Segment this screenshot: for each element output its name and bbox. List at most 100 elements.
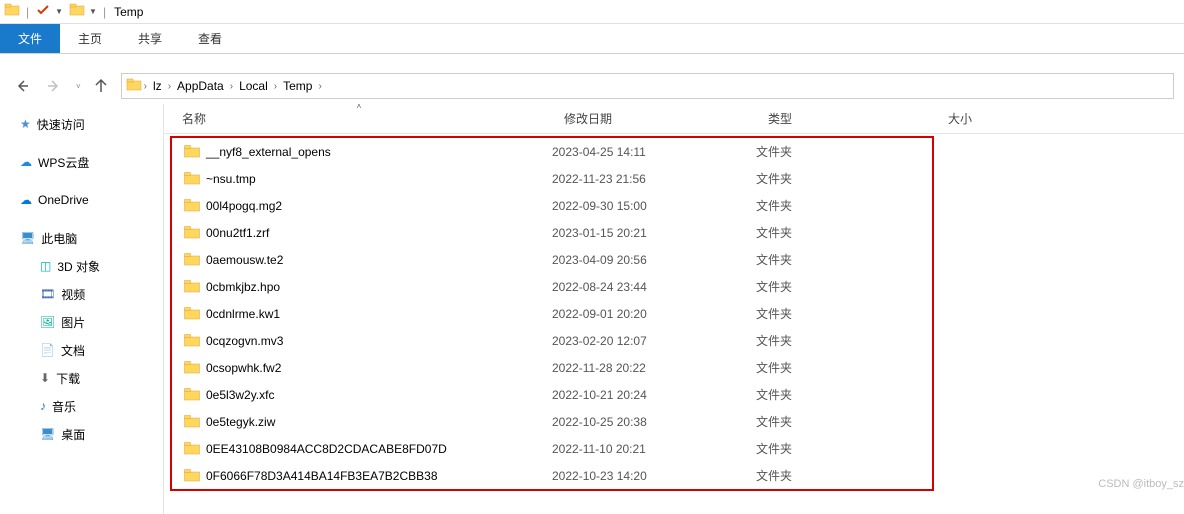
chevron-down-icon[interactable]: ▼ bbox=[89, 7, 97, 16]
cloud-icon: ☁ bbox=[20, 193, 32, 207]
sidebar-item-label: 桌面 bbox=[61, 426, 85, 443]
sidebar-item-label: 此电脑 bbox=[41, 230, 77, 247]
desktop-icon: 🖥 bbox=[40, 427, 55, 441]
sidebar-documents[interactable]: 📄 文档 bbox=[0, 336, 163, 364]
file-name: 0EE43108B0984ACC8D2CDACABE8FD07D bbox=[206, 442, 447, 456]
video-icon: 🎞 bbox=[40, 287, 55, 301]
file-row[interactable]: 0aemousw.te22023-04-09 20:56文件夹 bbox=[172, 246, 932, 273]
tab-file[interactable]: 文件 bbox=[0, 24, 60, 53]
chevron-down-icon[interactable]: ▼ bbox=[55, 7, 63, 16]
column-date[interactable]: 修改日期 bbox=[554, 104, 758, 133]
file-type: 文件夹 bbox=[756, 359, 932, 376]
chevron-right-icon[interactable]: › bbox=[168, 81, 171, 92]
sidebar-item-label: 3D 对象 bbox=[57, 258, 100, 275]
watermark: CSDN @itboy_sz bbox=[1098, 478, 1184, 490]
file-row[interactable]: 00nu2tf1.zrf2023-01-15 20:21文件夹 bbox=[172, 219, 932, 246]
folder-icon bbox=[184, 442, 200, 455]
file-date: 2023-04-25 14:11 bbox=[552, 145, 756, 159]
crumb-local[interactable]: Local bbox=[235, 79, 272, 93]
file-row[interactable]: 0cdnlrme.kw12022-09-01 20:20文件夹 bbox=[172, 300, 932, 327]
sidebar-music[interactable]: ♪ 音乐 bbox=[0, 392, 163, 420]
file-type: 文件夹 bbox=[756, 440, 932, 457]
file-type: 文件夹 bbox=[756, 467, 932, 484]
chevron-right-icon[interactable]: › bbox=[230, 81, 233, 92]
file-type: 文件夹 bbox=[756, 251, 932, 268]
file-date: 2023-01-15 20:21 bbox=[552, 226, 756, 240]
sidebar-3d-objects[interactable]: ◫ 3D 对象 bbox=[0, 252, 163, 280]
file-date: 2022-10-21 20:24 bbox=[552, 388, 756, 402]
spacer bbox=[0, 54, 1184, 68]
chevron-right-icon[interactable]: › bbox=[274, 81, 277, 92]
file-date: 2022-11-23 21:56 bbox=[552, 172, 756, 186]
history-dropdown[interactable]: ˅ bbox=[76, 82, 81, 91]
file-type: 文件夹 bbox=[756, 386, 932, 403]
file-date: 2022-10-23 14:20 bbox=[552, 469, 756, 483]
folder-icon bbox=[4, 2, 20, 21]
file-name: 0cqzogvn.mv3 bbox=[206, 334, 283, 348]
file-name: ~nsu.tmp bbox=[206, 172, 256, 186]
file-row[interactable]: 0EE43108B0984ACC8D2CDACABE8FD07D 2022-11-… bbox=[172, 435, 932, 462]
sidebar-wps[interactable]: ☁ WPS云盘 bbox=[0, 148, 163, 176]
sidebar: ★ 快速访问 ☁ WPS云盘 ☁ OneDrive 🖥 此电脑 ◫ 3D 对象 … bbox=[0, 104, 164, 514]
file-row[interactable]: 0F6066F78D3A414BA14FB3EA7B2CBB38 2022-10-… bbox=[172, 462, 932, 489]
sidebar-thispc[interactable]: 🖥 此电脑 bbox=[0, 224, 163, 252]
file-row[interactable]: __nyf8_external_opens 2023-04-25 14:11文件夹 bbox=[172, 138, 932, 165]
file-row[interactable]: 00l4pogq.mg22022-09-30 15:00文件夹 bbox=[172, 192, 932, 219]
file-name: __nyf8_external_opens bbox=[206, 145, 331, 159]
tab-home[interactable]: 主页 bbox=[60, 24, 120, 53]
file-date: 2022-11-10 20:21 bbox=[552, 442, 756, 456]
titlebar: | ▼ ▼ | Temp bbox=[0, 0, 1184, 24]
file-row[interactable]: 0cqzogvn.mv32023-02-20 12:07文件夹 bbox=[172, 327, 932, 354]
file-name: 0csopwhk.fw2 bbox=[206, 361, 281, 375]
chevron-right-icon[interactable]: › bbox=[318, 81, 321, 92]
folder-icon bbox=[184, 361, 200, 374]
file-name: 0e5l3w2y.xfc bbox=[206, 388, 274, 402]
folder-icon bbox=[184, 469, 200, 482]
file-date: 2023-04-09 20:56 bbox=[552, 253, 756, 267]
file-type: 文件夹 bbox=[756, 278, 932, 295]
sidebar-item-label: 快速访问 bbox=[37, 116, 85, 133]
music-icon: ♪ bbox=[40, 399, 46, 413]
check-icon[interactable] bbox=[35, 2, 51, 21]
sidebar-item-label: 图片 bbox=[61, 314, 85, 331]
folder-icon bbox=[184, 388, 200, 401]
file-row[interactable]: 0e5l3w2y.xfc 2022-10-21 20:24文件夹 bbox=[172, 381, 932, 408]
file-row[interactable]: 0cbmkjbz.hpo2022-08-24 23:44文件夹 bbox=[172, 273, 932, 300]
sidebar-pictures[interactable]: 🖼 图片 bbox=[0, 308, 163, 336]
sidebar-videos[interactable]: 🎞 视频 bbox=[0, 280, 163, 308]
file-name: 00l4pogq.mg2 bbox=[206, 199, 282, 213]
back-button[interactable] bbox=[10, 74, 34, 98]
document-icon: 📄 bbox=[40, 343, 55, 357]
folder-icon bbox=[184, 199, 200, 212]
folder-icon bbox=[184, 280, 200, 293]
crumb-temp[interactable]: Temp bbox=[279, 79, 316, 93]
file-type: 文件夹 bbox=[756, 143, 932, 160]
folder-icon bbox=[184, 415, 200, 428]
sidebar-quick-access[interactable]: ★ 快速访问 bbox=[0, 110, 163, 138]
sidebar-desktop[interactable]: 🖥 桌面 bbox=[0, 420, 163, 448]
file-type: 文件夹 bbox=[756, 332, 932, 349]
file-row[interactable]: 0e5tegyk.ziw2022-10-25 20:38文件夹 bbox=[172, 408, 932, 435]
forward-button[interactable] bbox=[42, 74, 66, 98]
tab-view[interactable]: 查看 bbox=[180, 24, 240, 53]
up-button[interactable] bbox=[89, 74, 113, 98]
sidebar-onedrive[interactable]: ☁ OneDrive bbox=[0, 186, 163, 214]
folder-icon bbox=[184, 253, 200, 266]
column-type[interactable]: 类型 bbox=[758, 104, 938, 133]
file-date: 2022-09-01 20:20 bbox=[552, 307, 756, 321]
sort-indicator-icon: ˄ bbox=[357, 102, 362, 111]
file-name: 0F6066F78D3A414BA14FB3EA7B2CBB38 bbox=[206, 469, 438, 483]
file-date: 2022-11-28 20:22 bbox=[552, 361, 756, 375]
column-size[interactable]: 大小 bbox=[938, 104, 1184, 133]
breadcrumb[interactable]: › lz › AppData › Local › Temp › bbox=[121, 73, 1174, 99]
file-row[interactable]: ~nsu.tmp2022-11-23 21:56文件夹 bbox=[172, 165, 932, 192]
folder-icon bbox=[126, 77, 142, 96]
sidebar-downloads[interactable]: ⬇ 下载 bbox=[0, 364, 163, 392]
file-row[interactable]: 0csopwhk.fw2 2022-11-28 20:22文件夹 bbox=[172, 354, 932, 381]
column-name[interactable]: ˄ 名称 bbox=[164, 104, 554, 133]
crumb-lz[interactable]: lz bbox=[149, 79, 166, 93]
chevron-right-icon[interactable]: › bbox=[144, 81, 147, 92]
content-pane: ˄ 名称 修改日期 类型 大小 __nyf8_external_opens 202… bbox=[164, 104, 1184, 514]
crumb-appdata[interactable]: AppData bbox=[173, 79, 228, 93]
tab-share[interactable]: 共享 bbox=[120, 24, 180, 53]
